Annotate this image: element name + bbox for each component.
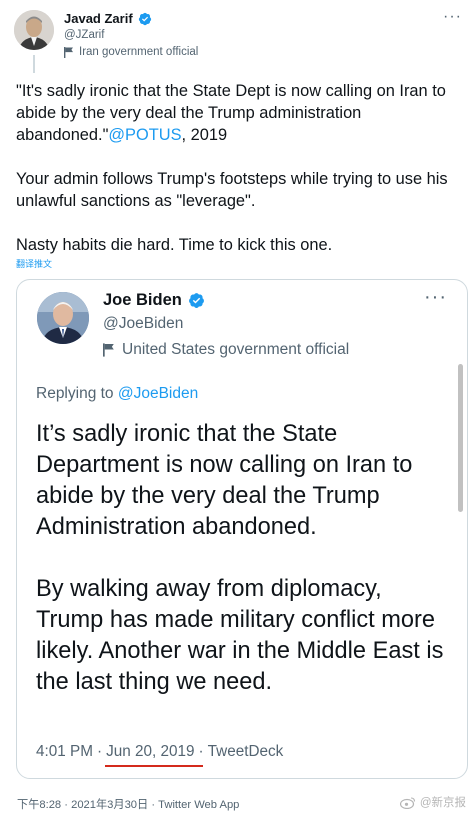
quoted-tweet-body: It’s sadly ironic that the State Departm… [36, 419, 454, 698]
author-name[interactable]: Javad Zarif [64, 11, 133, 26]
verified-badge-icon [188, 293, 204, 308]
flag-icon [103, 343, 114, 357]
tweet-paragraph-3: Nasty habits die hard. Time to kick this… [16, 236, 333, 254]
potus-mention-link[interactable]: @POTUS [108, 126, 181, 144]
weibo-logo-icon [399, 796, 415, 809]
thread-line [33, 55, 35, 73]
meta-separator: · [198, 743, 204, 760]
tweet-paragraph-2: Your admin follows Trump's footsteps whi… [16, 170, 448, 210]
tweet-screenshot: Javad Zarif @JZarif Iran government offi… [0, 0, 474, 818]
watermark: @新京报 [399, 794, 466, 810]
quoted-government-label: United States government official [103, 341, 349, 359]
quoted-author-handle[interactable]: @JoeBiden [103, 315, 183, 333]
replying-to-handle-link[interactable]: @JoeBiden [118, 385, 198, 402]
tweet-footer-timestamp[interactable]: 下午8:28 · 2021年3月30日 · Twitter Web App [17, 796, 239, 812]
biden-avatar[interactable] [37, 292, 89, 344]
quoted-paragraph-1: It’s sadly ironic that the State Departm… [36, 421, 413, 540]
quoted-more-options-icon[interactable]: ··· [424, 287, 447, 307]
more-options-icon[interactable]: ··· [443, 9, 462, 25]
translate-tweet-link[interactable]: 翻译推文 [16, 257, 52, 270]
quoted-tweet-time[interactable]: 4:01 PM [36, 743, 93, 761]
government-label: Iran government official [64, 46, 198, 58]
quoted-tweet-card[interactable]: Joe Biden @JoeBiden United States govern… [16, 279, 468, 779]
author-name-row[interactable]: Javad Zarif [64, 11, 152, 26]
author-handle[interactable]: @JZarif [64, 29, 104, 41]
meta-separator: · [96, 743, 103, 760]
government-label-text: Iran government official [79, 46, 199, 58]
quoted-author-name[interactable]: Joe Biden [103, 291, 182, 310]
replying-to: Replying to @JoeBiden [36, 385, 199, 402]
tweet-paragraph-1: "It's sadly ironic that the State Dept i… [16, 82, 446, 144]
quoted-author-name-row[interactable]: Joe Biden [103, 291, 205, 310]
watermark-text: @新京报 [419, 797, 466, 809]
red-underline-annotation [105, 765, 203, 767]
verified-badge-icon [138, 12, 151, 25]
quoted-tweet-source: TweetDeck [207, 743, 284, 760]
scrollbar[interactable] [458, 364, 463, 512]
quoted-government-label-text: United States government official [122, 341, 350, 358]
quoted-paragraph-2: By walking away from diplomacy, Trump ha… [36, 576, 444, 695]
quoted-tweet-meta: 4:01 PM · Jun 20, 2019 · TweetDeck [36, 743, 283, 761]
zarif-avatar[interactable] [14, 10, 54, 50]
tweet-body: "It's sadly ironic that the State Dept i… [16, 80, 468, 256]
quoted-tweet-date[interactable]: Jun 20, 2019 [106, 743, 194, 761]
flag-icon [64, 46, 73, 58]
